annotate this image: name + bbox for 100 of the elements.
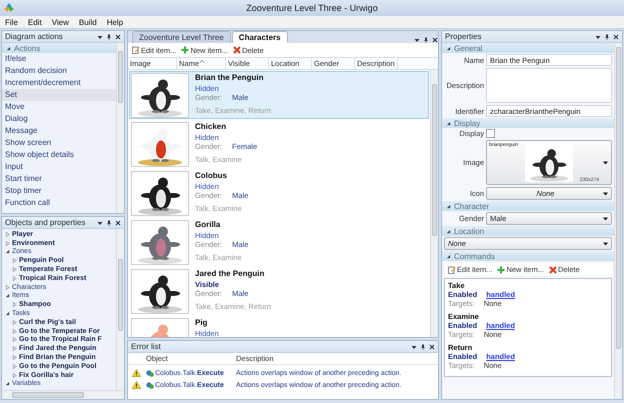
warning-icon [132, 369, 141, 377]
caret-icon [603, 192, 608, 196]
pencil-icon [448, 266, 456, 274]
caret-icon [603, 216, 608, 220]
action-item[interactable]: Message [2, 125, 116, 137]
menu-item[interactable]: Help [104, 18, 126, 26]
tab[interactable]: Zooventure Level Three [132, 31, 231, 43]
dropdown-icon[interactable] [595, 34, 601, 40]
collapsed-arrow-icon[interactable] [12, 372, 17, 378]
character-name: Brian the Penguin [195, 73, 264, 84]
collapsed-arrow-icon[interactable] [12, 276, 17, 281]
plus-icon [497, 266, 506, 274]
character-name: Gorilla [195, 220, 222, 231]
character-name: Chicken [195, 122, 228, 133]
section-label: General [454, 44, 482, 52]
section-label: Character [454, 202, 490, 210]
panel-title: Error list [131, 342, 162, 351]
menu-item[interactable]: File [2, 18, 21, 26]
action-item[interactable]: Show screen [2, 137, 116, 149]
character-name: Pig [195, 318, 208, 329]
expanded-arrow-icon[interactable] [446, 204, 451, 208]
scrollbar[interactable] [2, 390, 124, 399]
section-label: Actions [14, 44, 40, 52]
plus-icon [181, 46, 190, 54]
close-icon[interactable] [429, 344, 435, 350]
scrollbar[interactable] [430, 70, 438, 337]
collapsed-arrow-icon[interactable] [12, 328, 17, 334]
pin-icon[interactable] [423, 37, 429, 43]
expanded-arrow-icon[interactable] [5, 381, 10, 386]
action-item[interactable]: Move [2, 101, 116, 113]
scroll-thumb[interactable] [118, 51, 123, 103]
collapsed-arrow-icon[interactable] [12, 346, 17, 352]
action-item[interactable]: Random decision [2, 65, 116, 77]
section-header[interactable]: Commands [442, 251, 614, 261]
delete-icon [232, 46, 241, 54]
section-header[interactable]: Location [442, 226, 614, 236]
expanded-arrow-icon[interactable] [5, 293, 10, 298]
section-header[interactable]: General [442, 43, 614, 53]
collapsed-arrow-icon[interactable] [12, 267, 17, 272]
action-item[interactable]: Start timer [2, 173, 116, 185]
tab[interactable]: Characters [232, 31, 288, 43]
pin-icon[interactable] [106, 34, 112, 40]
action-item[interactable]: Input [2, 161, 116, 173]
expanded-arrow-icon[interactable] [446, 228, 451, 234]
close-icon[interactable] [432, 37, 438, 43]
warning-icon [132, 381, 141, 389]
close-icon[interactable] [613, 34, 619, 40]
expanded-arrow-icon[interactable] [446, 46, 451, 50]
caret-icon [603, 242, 608, 246]
panel-title: Diagram actions [5, 32, 64, 41]
section-label: Display [454, 118, 480, 128]
collapsed-arrow-icon[interactable] [12, 337, 17, 342]
scrollbar[interactable] [116, 229, 124, 390]
action-item[interactable]: If/else [2, 53, 116, 65]
dropdown-icon[interactable] [97, 220, 103, 226]
action-item[interactable]: Show object details [2, 149, 116, 161]
arrows-icon[interactable] [4, 3, 14, 13]
section-label: Commands [454, 252, 495, 260]
expanded-arrow-icon[interactable] [5, 249, 10, 254]
scroll-thumb[interactable] [12, 392, 84, 398]
menu-item[interactable]: View [48, 18, 72, 26]
action-item[interactable]: Increment/decrement [2, 77, 116, 89]
collapsed-arrow-icon[interactable] [5, 240, 10, 246]
collapsed-arrow-icon[interactable] [5, 232, 10, 237]
section-header[interactable]: Display [442, 118, 614, 128]
section-label: Location [454, 226, 484, 236]
expanded-arrow-icon[interactable] [446, 254, 451, 258]
action-item[interactable]: Set [2, 89, 116, 101]
section-header[interactable]: Actions [2, 43, 116, 53]
menu-item[interactable]: Edit [24, 18, 45, 26]
collapsed-arrow-icon[interactable] [12, 355, 17, 360]
action-item[interactable]: Dialog [2, 113, 116, 125]
window-title: Zooventure Level Three - Urwigo [246, 3, 378, 13]
dropdown-icon[interactable] [411, 344, 417, 350]
menu-item[interactable]: Build [76, 18, 100, 26]
collapsed-arrow-icon[interactable] [12, 320, 17, 325]
close-icon[interactable] [115, 220, 121, 226]
scrollbar[interactable] [116, 43, 124, 213]
close-icon[interactable] [115, 34, 121, 40]
expanded-arrow-icon[interactable] [446, 120, 451, 126]
section-header[interactable]: Character [442, 201, 614, 211]
checkbox[interactable] [486, 129, 495, 138]
pin-icon[interactable] [420, 344, 426, 350]
action-item[interactable]: Function call [2, 197, 116, 209]
expanded-arrow-icon[interactable] [6, 46, 11, 50]
collapsed-arrow-icon[interactable] [12, 302, 17, 308]
collapsed-arrow-icon[interactable] [12, 258, 17, 264]
pin-icon[interactable] [604, 34, 610, 40]
action-item[interactable]: Stop timer [2, 185, 116, 197]
scroll-thumb[interactable] [118, 259, 123, 331]
caret-icon [603, 161, 608, 165]
scrollbar[interactable] [614, 43, 622, 399]
scroll-thumb[interactable] [616, 47, 621, 349]
pin-icon[interactable] [106, 220, 112, 226]
collapsed-arrow-icon[interactable] [12, 364, 17, 369]
text-area[interactable] [486, 68, 612, 103]
dropdown-icon[interactable] [97, 34, 103, 40]
expanded-arrow-icon[interactable] [5, 311, 10, 316]
scroll-thumb[interactable] [432, 84, 437, 236]
collapsed-arrow-icon[interactable] [5, 284, 10, 290]
